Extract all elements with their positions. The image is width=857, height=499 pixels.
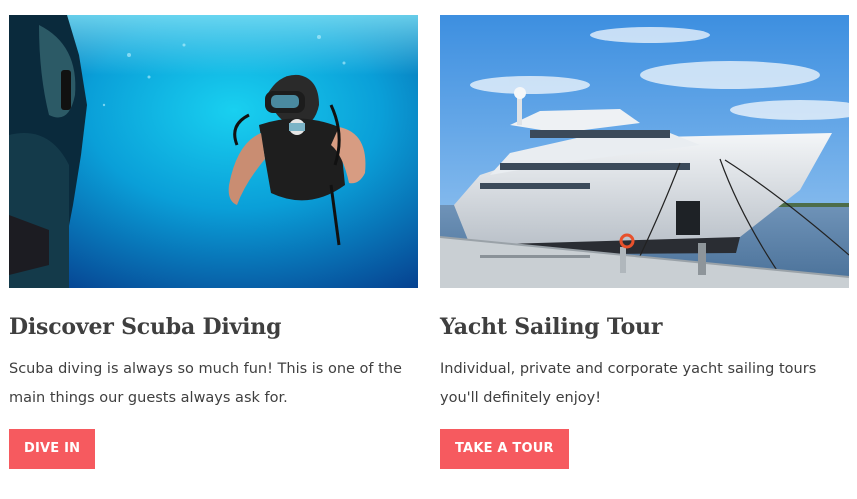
dive-in-button[interactable]: DIVE IN — [9, 429, 96, 469]
page: Discover Scuba Diving Scuba diving is al… — [0, 0, 857, 499]
card-title: Discover Scuba Diving — [9, 314, 282, 340]
card-description: Scuba diving is always so much fun! This… — [9, 361, 402, 406]
scuba-diver-photo[interactable] — [9, 15, 418, 288]
card-scuba-diving: Discover Scuba Diving Scuba diving is al… — [9, 15, 418, 413]
card-yacht-sailing: Yacht Sailing Tour Individual, private a… — [440, 15, 849, 413]
card-description: Individual, private and corporate yacht … — [440, 361, 817, 406]
yacht-photo[interactable] — [440, 15, 849, 288]
card-title: Yacht Sailing Tour — [440, 314, 663, 340]
take-a-tour-button[interactable]: TAKE A TOUR — [440, 429, 569, 469]
